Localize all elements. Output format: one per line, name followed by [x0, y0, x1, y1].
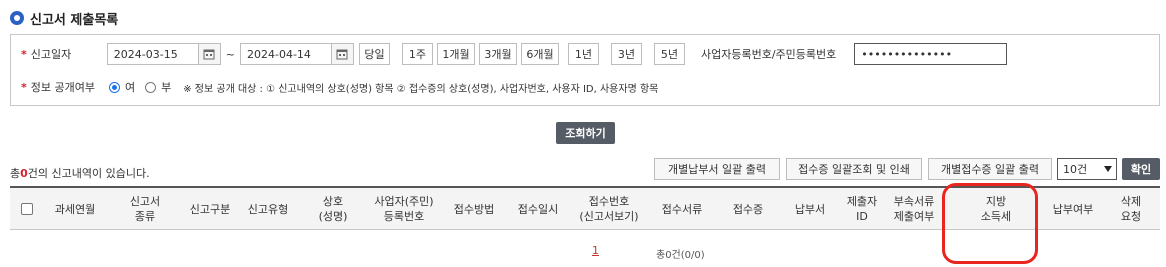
search-button[interactable]: 조회하기 — [556, 122, 615, 144]
date-label: 신고일자 — [30, 48, 72, 61]
required-mark: * — [21, 80, 27, 94]
count-suffix: 건의 신고내역이 있습니다. — [27, 167, 150, 180]
col-tax-period: 과세연월 — [54, 202, 96, 216]
col-payment-status: 납부여부 — [1052, 202, 1094, 216]
period-1month-button[interactable]: 1개월 — [436, 43, 475, 65]
select-all-cell — [10, 188, 44, 230]
individual-receipt-button[interactable]: 개별접수증 일괄 출력 — [928, 158, 1052, 180]
bullet-icon — [10, 11, 24, 25]
col-receipt-number: 접수번호 (신고서보기) — [579, 195, 639, 223]
page-link-1[interactable]: 1 — [592, 244, 599, 257]
select-all-checkbox[interactable] — [21, 203, 33, 215]
col-receipt-method: 접수방법 — [453, 202, 495, 216]
start-date-input[interactable]: 2024-03-15 — [106, 43, 199, 65]
payment-print-button[interactable]: 개별납부서 일괄 출력 — [654, 158, 780, 180]
bizno-label: 사업자등록번호/주민등록번호 — [700, 48, 837, 61]
disclosure-label: 정보 공개여부 — [30, 81, 95, 94]
col-payment-slip: 납부서 — [794, 202, 826, 216]
page-size-value: 10건 — [1063, 163, 1088, 176]
col-registration-number: 사업자(주민) 등록번호 — [374, 195, 434, 223]
count-value: 0 — [20, 167, 28, 180]
end-date-input[interactable]: 2024-04-14 — [239, 43, 332, 65]
bizno-input[interactable]: •••••••••••••• — [854, 43, 1008, 65]
calendar-icon[interactable] — [331, 43, 354, 65]
page-title-text: 신고서 제출목록 — [30, 12, 119, 28]
search-panel: * 신고일자 2024-03-15 ~ 2024-04-14 당일 1주 1개월… — [10, 34, 1160, 106]
col-report-kind: 신고유형 — [247, 202, 289, 216]
page-size-select[interactable]: 10건 — [1057, 158, 1117, 180]
col-form-type: 신고서 종류 — [129, 195, 161, 223]
calendar-icon[interactable] — [198, 43, 221, 65]
date-separator: ~ — [225, 47, 235, 61]
col-attachment-submitted: 부속서류 제출여부 — [893, 195, 935, 223]
count-prefix: 총 — [10, 167, 21, 180]
col-receipt-documents: 접수서류 — [661, 202, 703, 216]
chevron-down-icon — [1104, 166, 1112, 172]
period-3month-button[interactable]: 3개월 — [478, 43, 517, 65]
confirm-button[interactable]: 확인 — [1122, 158, 1160, 180]
col-company-name: 상호 (성명) — [318, 195, 348, 223]
disclosure-no-radio[interactable] — [145, 81, 157, 93]
period-today-button[interactable]: 당일 — [358, 43, 390, 65]
col-report-category: 신고구분 — [189, 202, 231, 216]
highlight-annotation — [942, 183, 1038, 264]
disclosure-yes-label: 여 — [124, 81, 136, 94]
disclosure-yes-radio[interactable] — [108, 81, 120, 93]
col-receipt-datetime: 접수일시 — [517, 202, 559, 216]
period-6month-button[interactable]: 6개월 — [520, 43, 559, 65]
col-receipt: 접수증 — [732, 202, 764, 216]
period-3year-button[interactable]: 3년 — [610, 43, 642, 65]
period-1week-button[interactable]: 1주 — [401, 43, 433, 65]
receipt-print-button[interactable]: 접수증 일괄조회 및 인쇄 — [786, 158, 922, 180]
disclosure-row: * 정보 공개여부 여 부 ※ 정보 공개 대상 : ① 신고내역의 상호(성명… — [11, 77, 1159, 97]
required-mark: * — [21, 47, 27, 61]
col-delete-request: 삭제 요청 — [1120, 195, 1142, 223]
period-5year-button[interactable]: 5년 — [653, 43, 685, 65]
page-title: 신고서 제출목록 — [10, 9, 119, 28]
disclosure-no-label: 부 — [161, 81, 172, 94]
result-count: 총0건의 신고내역이 있습니다. — [10, 165, 150, 181]
date-row: * 신고일자 2024-03-15 ~ 2024-04-14 당일 1주 1개월… — [11, 42, 1159, 66]
period-1year-button[interactable]: 1년 — [567, 43, 599, 65]
col-submitter-id: 제출자 ID — [846, 195, 878, 223]
page-total: 총0건(0/0) — [656, 250, 705, 261]
disclosure-note: ※ 정보 공개 대상 : ① 신고내역의 상호(성명) 항목 ② 접수증의 상호… — [183, 83, 659, 95]
